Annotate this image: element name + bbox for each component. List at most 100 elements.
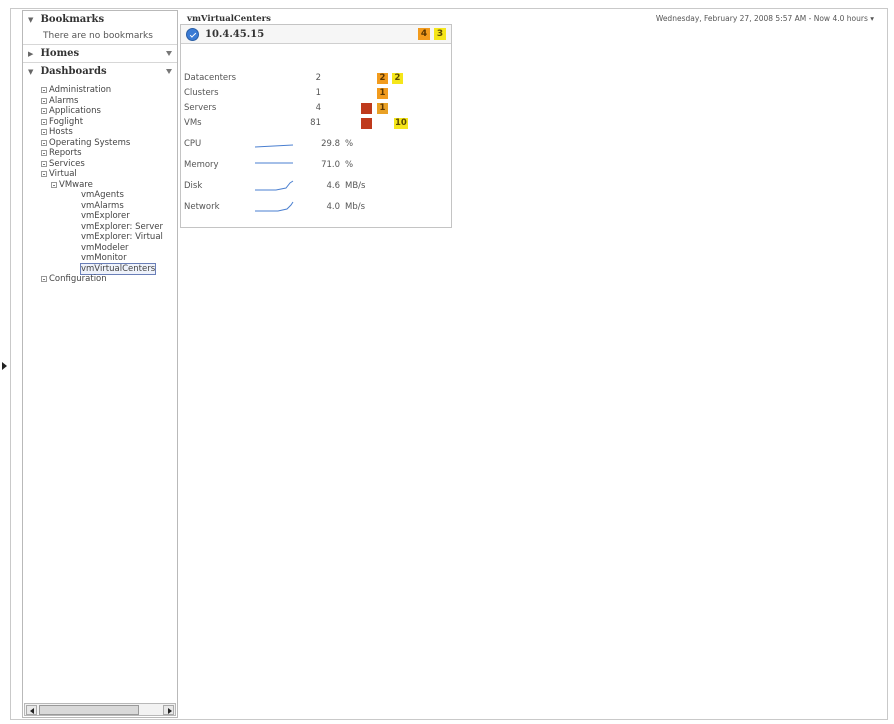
homes-title: Homes xyxy=(40,48,80,59)
expand-box-icon[interactable] xyxy=(41,108,47,114)
bookmarks-empty-text: There are no bookmarks xyxy=(23,29,177,45)
metric-label: Memory xyxy=(184,160,219,170)
scroll-right-icon[interactable] xyxy=(163,705,174,715)
metric-unit: % xyxy=(345,160,354,170)
metric-unit: Mb/s xyxy=(345,202,366,212)
tree-item-hosts[interactable]: Hosts xyxy=(23,127,177,138)
time-range-selector[interactable]: Wednesday, February 27, 2008 5:57 AM - N… xyxy=(656,14,874,23)
tree-item-vmmodeler[interactable]: vmModeler xyxy=(23,243,177,254)
metric-row-clusters[interactable]: Clusters 1 1 xyxy=(181,86,451,100)
bookmarks-header[interactable]: ▼ Bookmarks xyxy=(23,11,177,29)
dashboard-tree: Administration Alarms Applications Fogli… xyxy=(23,81,177,285)
tree-item-label: Foglight xyxy=(49,116,84,127)
expand-box-icon[interactable] xyxy=(41,276,47,282)
expand-box-icon[interactable] xyxy=(41,97,47,104)
collapse-arrow-icon xyxy=(2,362,7,370)
expand-box-icon[interactable] xyxy=(41,150,47,156)
metric-value: 29.8 xyxy=(321,139,340,149)
tree-item-label: Services xyxy=(49,158,85,169)
tree-item-vmalarms[interactable]: vmAlarms xyxy=(23,201,177,212)
alarm-badge-fatal[interactable]: 3 xyxy=(434,28,446,40)
alarm-badge-warning[interactable]: 2 xyxy=(377,73,388,84)
tree-item-services[interactable]: Services xyxy=(23,159,177,170)
alarm-badge-critical[interactable] xyxy=(361,118,372,129)
tree-item-operating-systems[interactable]: Operating Systems xyxy=(23,138,177,149)
expand-box-icon[interactable] xyxy=(41,87,47,93)
page-title: vmVirtualCenters xyxy=(187,14,271,24)
metric-row-cpu[interactable]: CPU 29.8 % xyxy=(181,137,451,151)
metric-value: 2 xyxy=(315,73,321,83)
collapse-box-icon[interactable] xyxy=(51,181,57,188)
bookmarks-title: Bookmarks xyxy=(40,14,105,25)
tree-item-label: Applications xyxy=(49,106,101,116)
tree-item-label-selected: vmVirtualCenters xyxy=(79,262,157,275)
scroll-left-icon[interactable] xyxy=(26,705,37,715)
alarm-badge-critical[interactable] xyxy=(361,103,372,114)
expand-box-icon[interactable] xyxy=(41,139,47,146)
metric-row-memory[interactable]: Memory 71.0 % xyxy=(181,158,451,172)
tree-item-foglight[interactable]: Foglight xyxy=(23,117,177,128)
tree-item-applications[interactable]: Applications xyxy=(23,106,177,117)
tree-item-configuration[interactable]: Configuration xyxy=(23,274,177,285)
status-ok-icon xyxy=(186,28,199,41)
tree-item-vmvirtualcenters[interactable]: vmVirtualCenters xyxy=(23,262,177,275)
sidebar: ▼ Bookmarks There are no bookmarks ▶ Hom… xyxy=(22,10,178,718)
metric-value: 4 xyxy=(315,103,321,113)
tree-item-label: Operating Systems xyxy=(49,137,131,148)
dashboards-title: Dashboards xyxy=(40,66,107,77)
alarm-badge-warning[interactable]: 1 xyxy=(377,103,388,114)
metric-value: 71.0 xyxy=(321,160,340,170)
filter-icon[interactable] xyxy=(166,69,172,74)
tree-item-administration[interactable]: Administration xyxy=(23,85,177,96)
metric-row-network[interactable]: Network 4.0 Mb/s xyxy=(181,200,451,214)
expand-triangle-icon: ▶ xyxy=(28,50,34,58)
tree-item-label: Reports xyxy=(49,148,82,158)
tree-item-vmexplorer[interactable]: vmExplorer xyxy=(23,211,177,222)
filter-icon[interactable] xyxy=(166,51,172,56)
tree-item-alarms[interactable]: Alarms xyxy=(23,96,177,107)
metric-value: 4.0 xyxy=(326,202,340,212)
tree-item-vmmonitor[interactable]: vmMonitor xyxy=(23,253,177,264)
metric-label: VMs xyxy=(184,118,202,128)
metric-row-disk[interactable]: Disk 4.6 MB/s xyxy=(181,179,451,193)
collapse-sidebar-handle[interactable] xyxy=(0,0,10,724)
scrollbar-thumb[interactable] xyxy=(39,705,139,715)
expand-box-icon[interactable] xyxy=(41,160,47,167)
metric-unit: MB/s xyxy=(345,181,366,191)
tree-item-label: VMware xyxy=(59,179,93,190)
host-address: 10.4.45.15 xyxy=(205,29,265,40)
homes-header[interactable]: ▶ Homes xyxy=(23,45,177,63)
metric-value: 4.6 xyxy=(326,181,340,191)
collapse-triangle-icon: ▼ xyxy=(28,68,34,76)
alarm-badge-fatal[interactable]: 10 xyxy=(394,118,408,129)
alarm-badge-warning[interactable]: 4 xyxy=(418,28,430,40)
metric-row-vms[interactable]: VMs 81 10 xyxy=(181,116,451,130)
metric-row-datacenters[interactable]: Datacenters 2 2 2 xyxy=(181,71,451,85)
collapse-box-icon[interactable] xyxy=(41,171,47,177)
metric-row-servers[interactable]: Servers 4 1 xyxy=(181,101,451,115)
sidebar-horizontal-scrollbar[interactable] xyxy=(24,703,176,716)
tree-item-vmexplorer-virtual[interactable]: vmExplorer: Virtual xyxy=(23,232,177,243)
expand-box-icon[interactable] xyxy=(41,129,47,135)
metric-label: Servers xyxy=(184,103,217,113)
metric-label: CPU xyxy=(184,139,202,149)
expand-box-icon[interactable] xyxy=(41,118,47,125)
dashboards-header[interactable]: ▼ Dashboards xyxy=(23,63,177,81)
virtual-center-card[interactable]: 10.4.45.15 4 3 Datacenters 2 2 2 Cluster… xyxy=(180,24,452,228)
tree-item-label: Administration xyxy=(49,85,112,95)
card-header[interactable]: 10.4.45.15 4 3 xyxy=(181,25,451,44)
tree-item-virtual[interactable]: Virtual xyxy=(23,169,177,180)
tree-item-label: Alarms xyxy=(49,95,79,106)
metric-label: Datacenters xyxy=(184,73,237,83)
tree-item-vmagents[interactable]: vmAgents xyxy=(23,190,177,201)
alarm-badge-fatal[interactable]: 2 xyxy=(392,73,403,84)
metric-value: 1 xyxy=(315,88,321,98)
metric-label: Disk xyxy=(184,181,203,191)
tree-item-vmexplorer-server[interactable]: vmExplorer: Server xyxy=(23,222,177,233)
alarm-badge-warning[interactable]: 1 xyxy=(377,88,388,99)
collapse-triangle-icon: ▼ xyxy=(28,16,34,24)
tree-item-reports[interactable]: Reports xyxy=(23,148,177,159)
tree-item-label: Virtual xyxy=(49,169,77,179)
tree-item-vmware[interactable]: VMware xyxy=(23,180,177,191)
metric-value: 81 xyxy=(310,118,321,128)
